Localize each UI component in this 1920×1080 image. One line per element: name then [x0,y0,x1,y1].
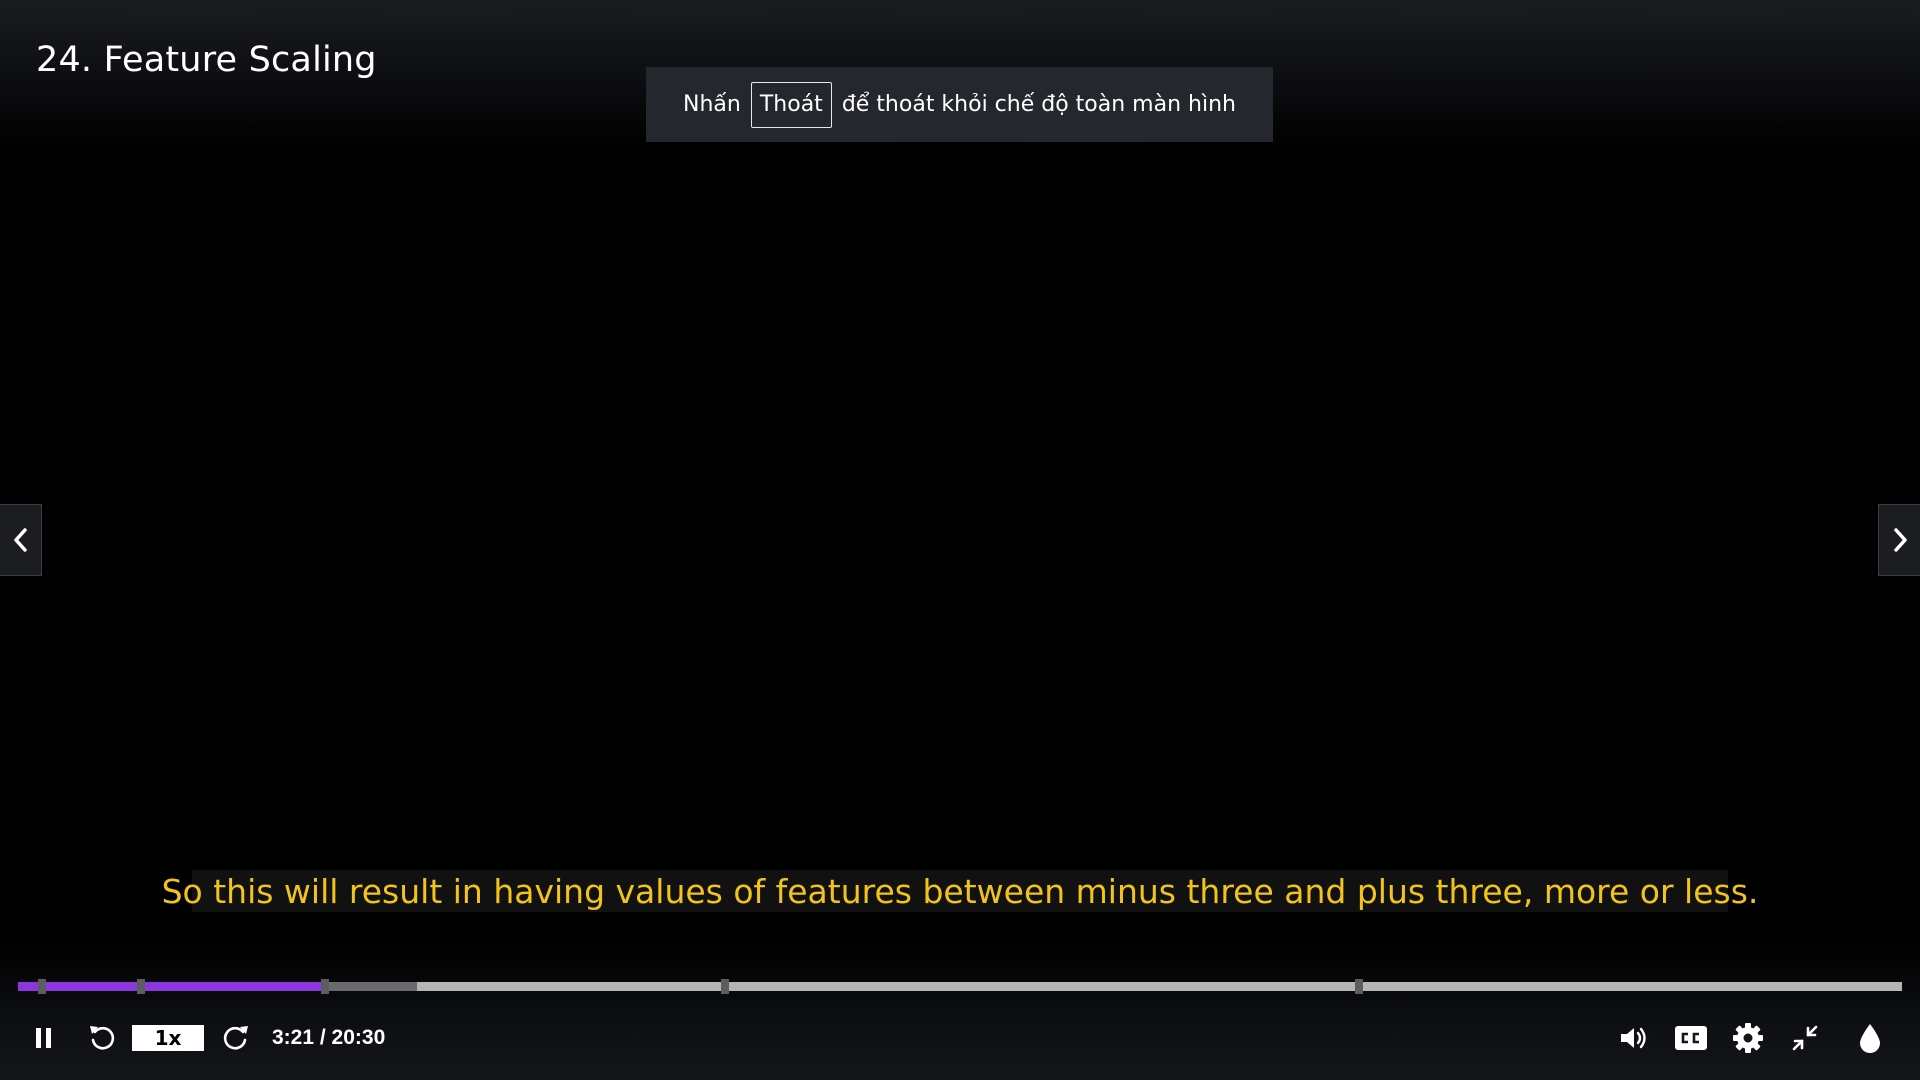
progress-bar[interactable] [18,979,1902,994]
volume-button[interactable] [1614,1012,1654,1064]
rewind-icon [90,1026,115,1050]
chevron-right-icon [1893,528,1907,552]
time-display: 3:21 / 20:30 [272,1026,386,1049]
pause-button[interactable] [24,1012,64,1064]
forward-button[interactable] [216,1012,256,1064]
pause-icon [36,1028,51,1048]
chapter-marker[interactable] [721,979,730,994]
chapter-marker[interactable] [321,979,330,994]
fullscreen-exit-notice: Nhấn Thoát để thoát khỏi chế độ toàn màn… [646,67,1273,142]
escape-key-hint: Thoát [750,81,832,128]
progress-played [18,982,326,991]
droplet-icon [1860,1024,1880,1053]
notice-text-before: Nhấn [683,92,741,117]
player-controls: 1x 3:21 / 20:30 [0,1012,1920,1064]
gear-icon [1733,1023,1763,1053]
chapter-marker[interactable] [137,979,146,994]
volume-icon [1621,1027,1646,1049]
video-title: 24. Feature Scaling [36,40,377,80]
captions-icon [1675,1026,1707,1050]
chapter-marker[interactable] [1354,979,1363,994]
forward-icon [223,1026,248,1050]
subtitle-caption: So this will result in having values of … [161,870,1759,912]
exit-fullscreen-button[interactable] [1785,1012,1825,1064]
previous-lecture-button[interactable] [0,504,42,576]
next-lecture-button[interactable] [1878,504,1920,576]
settings-button[interactable] [1728,1012,1768,1064]
exit-fullscreen-icon [1792,1025,1818,1051]
theme-button[interactable] [1850,1012,1890,1064]
captions-button[interactable] [1671,1012,1711,1064]
chevron-left-icon [13,528,27,552]
chapter-marker[interactable] [38,979,47,994]
rewind-button[interactable] [82,1012,122,1064]
notice-text-after: để thoát khỏi chế độ toàn màn hình [841,92,1236,117]
playback-speed-button[interactable]: 1x [132,1025,204,1051]
